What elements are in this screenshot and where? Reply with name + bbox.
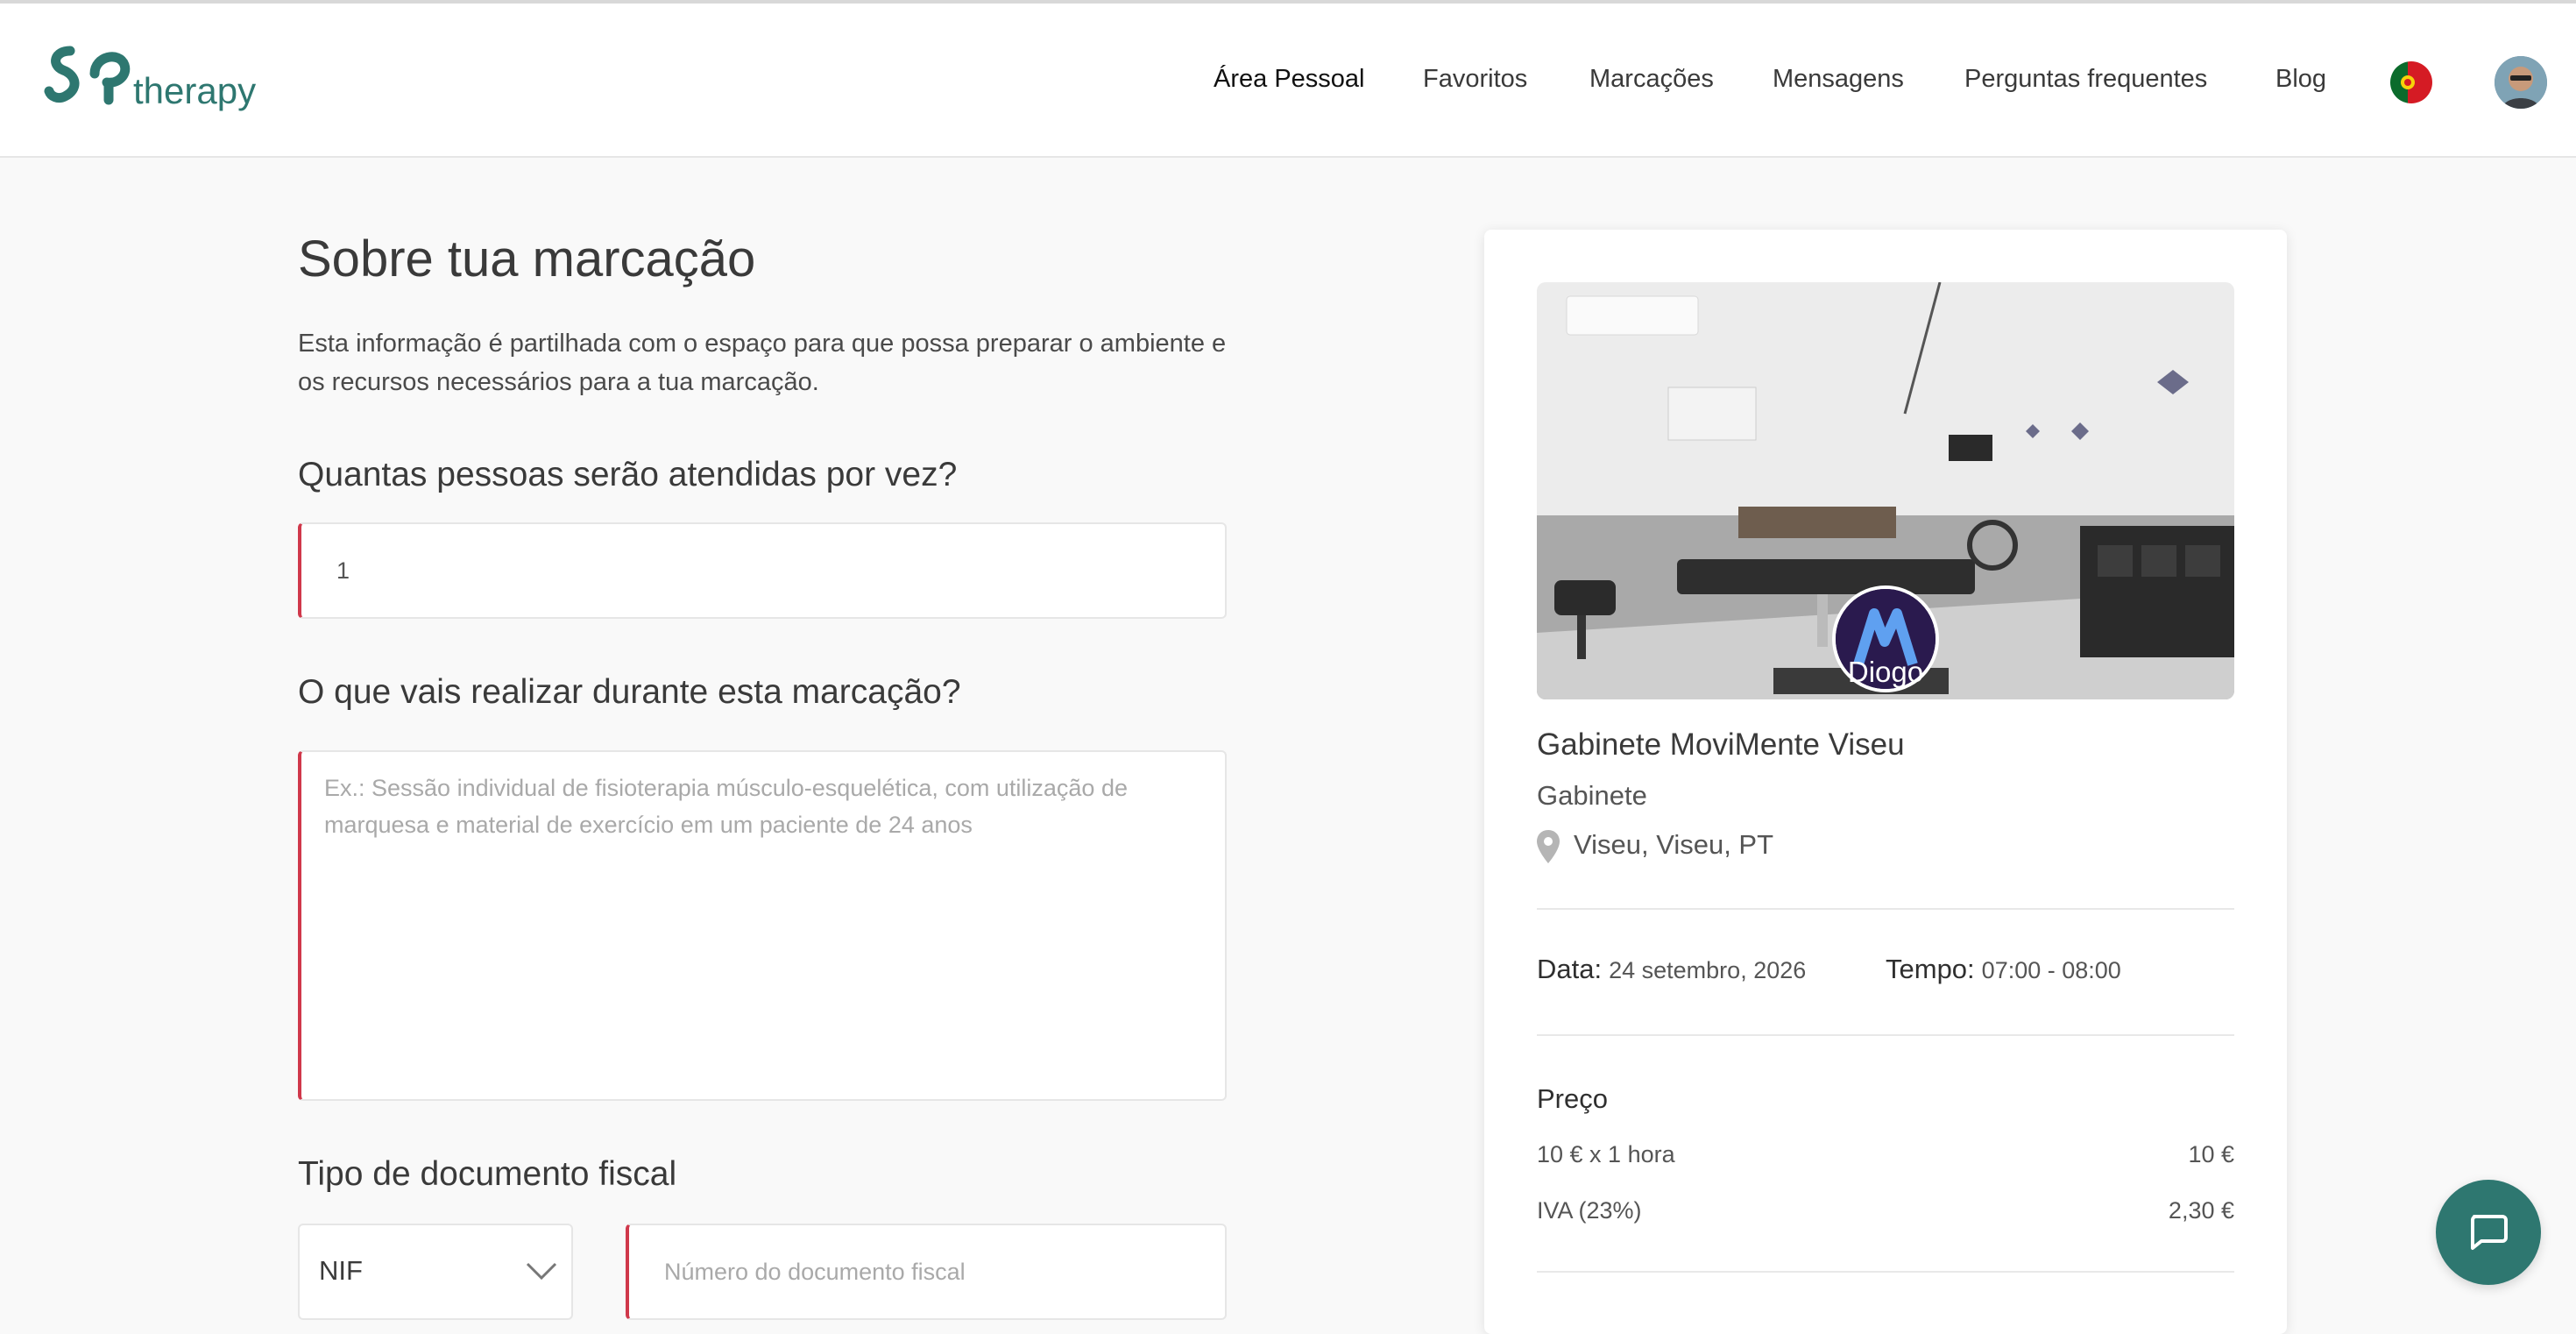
- nav-favoritos[interactable]: Favoritos: [1423, 65, 1527, 94]
- price-title: Preço: [1537, 1083, 1608, 1114]
- price-line-label: 10 € x 1 hora: [1537, 1141, 1675, 1167]
- date-label: Data:: [1537, 954, 1603, 984]
- nav-blog[interactable]: Blog: [2275, 65, 2326, 94]
- chat-bubble-icon: [2471, 1215, 2508, 1250]
- page-description: Esta informação é partilhada com o espaç…: [298, 330, 1227, 396]
- booking-date: Data: 24 setembro, 2026: [1537, 954, 1806, 985]
- price-line-label: IVA (23%): [1537, 1197, 1642, 1224]
- activity-description-textarea[interactable]: [298, 750, 1227, 1101]
- booking-time: Tempo: 07:00 - 08:00: [1886, 954, 2121, 985]
- price-line-hours: 10 € x 1 hora 10 €: [1537, 1141, 2234, 1168]
- people-question-label: Quantas pessoas serão atendidas por vez?: [298, 456, 958, 493]
- venue-photo: Diogo: [1537, 282, 2234, 699]
- time-value: 07:00 - 08:00: [1981, 957, 2121, 983]
- page-title: Sobre tua marcação: [298, 231, 756, 287]
- fiscal-number-input[interactable]: [626, 1224, 1227, 1320]
- portugal-flag-icon[interactable]: [2390, 61, 2432, 103]
- divider: [1537, 1271, 2234, 1273]
- chevron-down-icon: [524, 1259, 559, 1285]
- sp-therapy-logo[interactable]: therapy: [44, 39, 280, 117]
- price-line-value: 10 €: [2188, 1141, 2234, 1167]
- nav-marcacoes[interactable]: Marcações: [1589, 65, 1714, 94]
- price-line-vat: IVA (23%) 2,30 €: [1537, 1197, 2234, 1224]
- venue-name[interactable]: Gabinete MoviMente Viseu: [1537, 727, 1905, 763]
- fiscal-document-label: Tipo de documento fiscal: [298, 1155, 677, 1193]
- divider: [1537, 1034, 2234, 1036]
- user-avatar[interactable]: [2495, 56, 2547, 109]
- professional-name: Diogo: [1847, 656, 1924, 688]
- date-value: 24 setembro, 2026: [1609, 957, 1807, 983]
- nav-area-pessoal[interactable]: Área Pessoal: [1214, 65, 1365, 94]
- nav-perguntas-frequentes[interactable]: Perguntas frequentes: [1964, 65, 2207, 94]
- location-text: Viseu, Viseu, PT: [1574, 829, 1774, 860]
- top-navigation-bar: therapy Área Pessoal Favoritos Marcações…: [0, 0, 2576, 158]
- booking-summary-card: Diogo Gabinete MoviMente Viseu Gabinete …: [1484, 230, 2287, 1334]
- venue-type: Gabinete: [1537, 780, 1647, 811]
- people-count-input[interactable]: [298, 522, 1227, 619]
- venue-location: Viseu, Viseu, PT: [1537, 829, 1773, 863]
- svg-text:therapy: therapy: [133, 70, 256, 111]
- chat-button[interactable]: [2436, 1180, 2541, 1285]
- fiscal-type-value: NIF: [319, 1255, 363, 1286]
- activity-question-label: O que vais realizar durante esta marcaçã…: [298, 673, 961, 711]
- fiscal-document-type-select[interactable]: NIF: [298, 1224, 573, 1320]
- location-pin-icon: [1537, 829, 1560, 863]
- nav-mensagens[interactable]: Mensagens: [1773, 65, 1904, 94]
- divider: [1537, 908, 2234, 910]
- price-line-value: 2,30 €: [2168, 1197, 2234, 1224]
- time-label: Tempo:: [1886, 954, 1975, 984]
